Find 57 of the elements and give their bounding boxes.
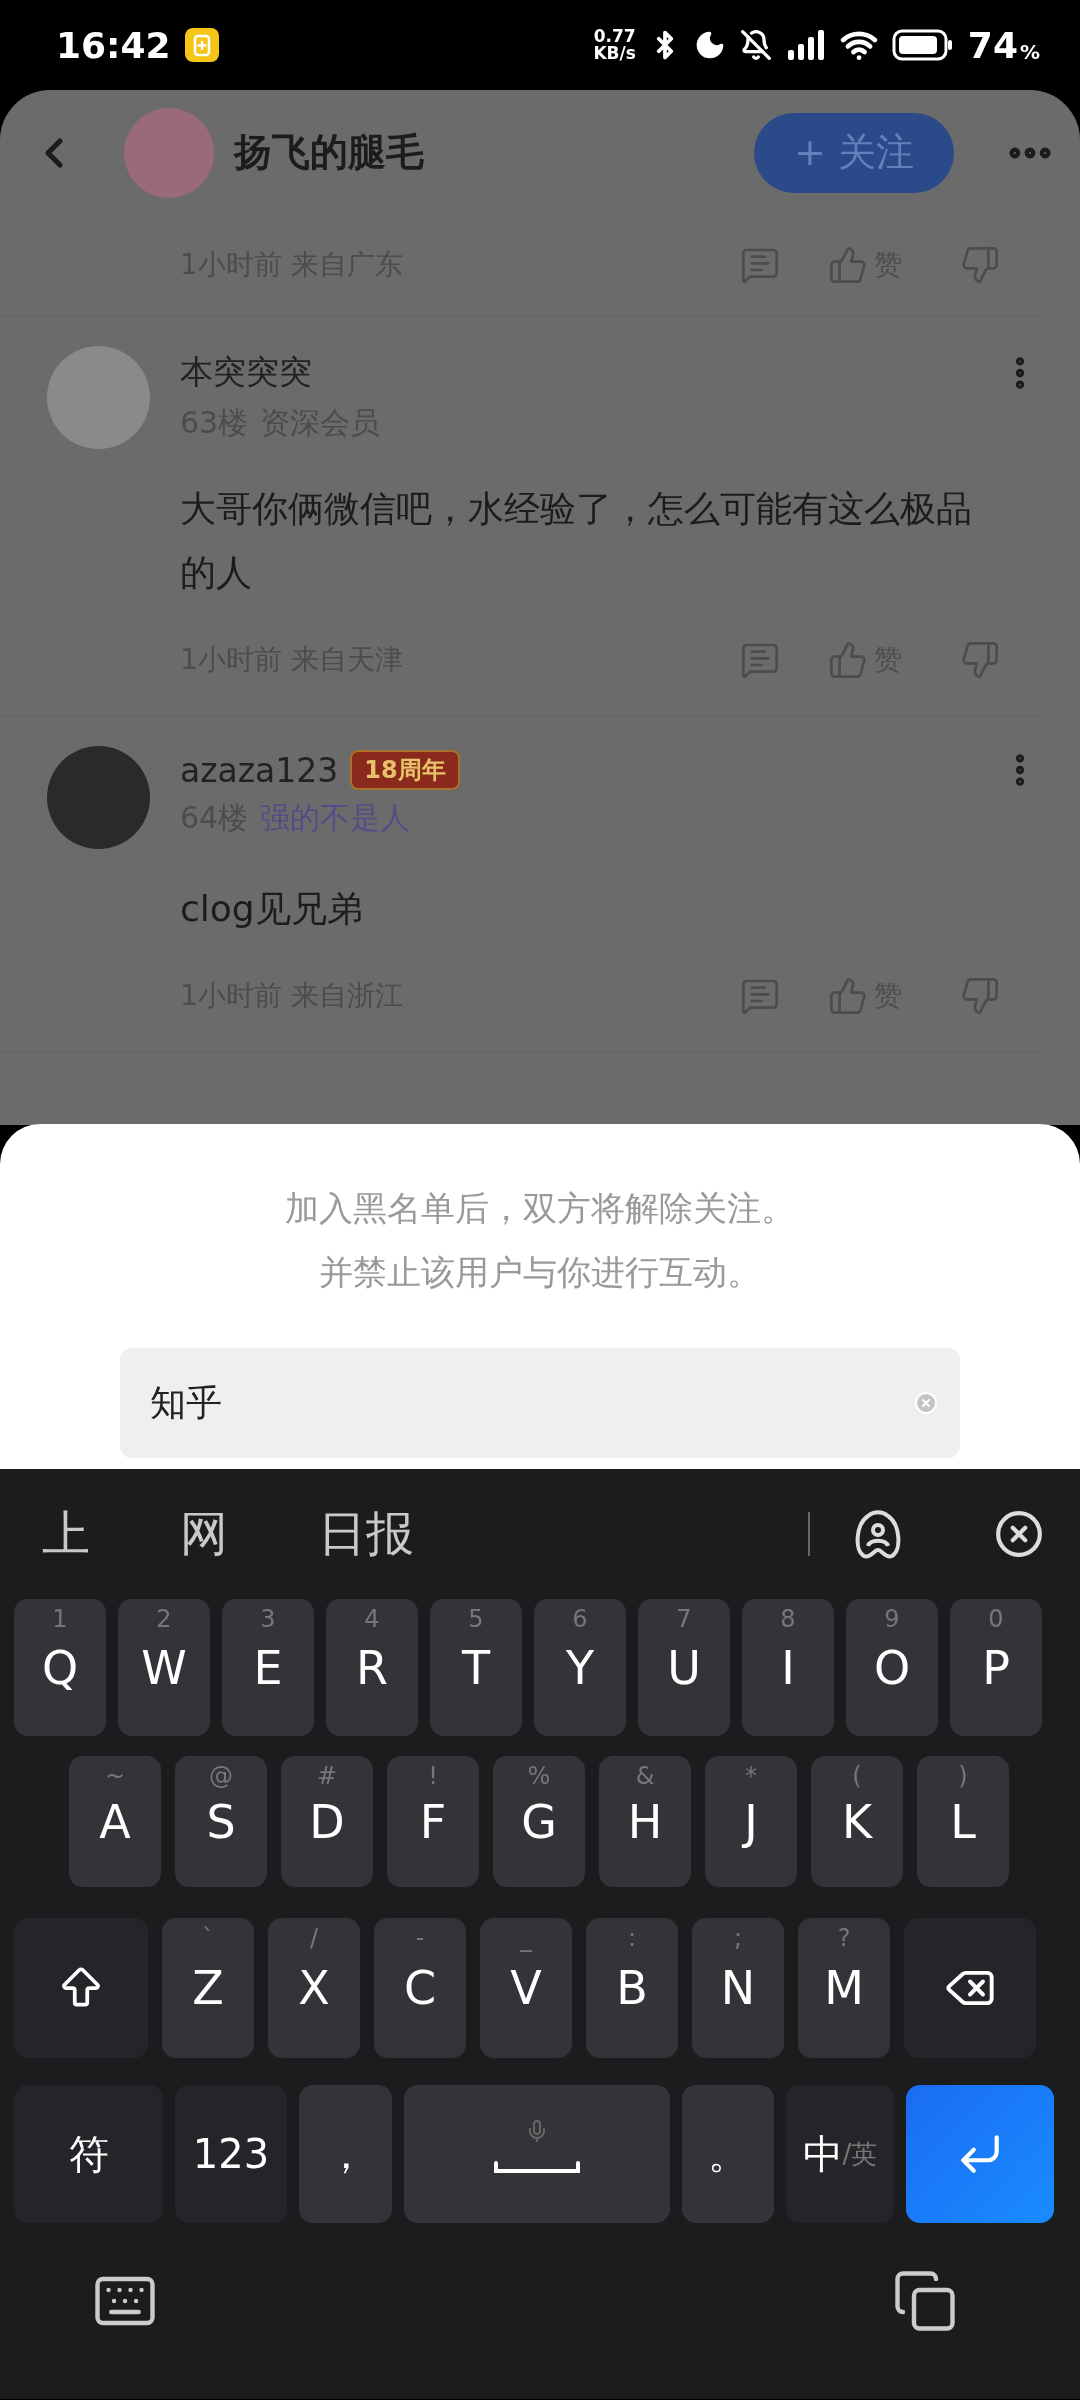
bell-off-icon: [739, 29, 772, 61]
key[interactable]: 2 W: [118, 1599, 210, 1736]
key[interactable]: 123: [175, 2085, 287, 2223]
key[interactable]: / X: [268, 1918, 360, 2058]
key[interactable]: ( K: [811, 1756, 903, 1887]
network-speed: 0.77 KB/s: [593, 28, 636, 62]
close-icon[interactable]: [994, 1509, 1044, 1559]
key[interactable]: 7 U: [638, 1599, 730, 1736]
key[interactable]: : B: [586, 1918, 678, 2058]
key[interactable]: 5 T: [430, 1599, 522, 1736]
input-value: 知乎: [150, 1380, 223, 1425]
key[interactable]: ? M: [798, 1918, 890, 2058]
key[interactable]: _ V: [480, 1918, 572, 2058]
comment-text: clog见兄弟: [180, 887, 364, 931]
comment-text: 大哥你俩微信吧，水经验了，怎么可能有这么极品的人: [180, 487, 973, 595]
clear-icon[interactable]: [914, 1391, 938, 1415]
input-field[interactable]: 知乎: [120, 1348, 960, 1458]
key[interactable]: ! F: [387, 1756, 479, 1887]
dislike-icon[interactable]: [960, 976, 1000, 1016]
key[interactable]: * J: [705, 1756, 797, 1887]
shift-key[interactable]: [14, 1918, 148, 2058]
dislike-icon[interactable]: [960, 640, 1000, 680]
key[interactable]: @ S: [175, 1756, 267, 1887]
blacklist-message: 加入黑名单后，双方将解除关注。 并禁止该用户与你进行互动。: [285, 1187, 795, 1294]
key[interactable]: ，: [299, 2085, 392, 2223]
anniversary-badge: 18周年: [350, 750, 460, 790]
key[interactable]: & H: [599, 1756, 691, 1887]
battery-percent: 74: [967, 24, 1018, 66]
battery-icon: [891, 29, 954, 61]
candidate-word[interactable]: 日报: [318, 1502, 414, 1566]
clipboard-icon[interactable]: [892, 2268, 958, 2334]
language-switch-key[interactable]: 中/英: [786, 2085, 894, 2223]
app-notification-icon: [184, 28, 219, 62]
key[interactable]: # D: [281, 1756, 373, 1887]
key[interactable]: ` Z: [162, 1918, 254, 2058]
candidate-word[interactable]: 网: [180, 1502, 228, 1566]
clock-time: 16:42: [56, 24, 171, 66]
backspace-key[interactable]: [904, 1918, 1036, 2058]
key[interactable]: 4 R: [326, 1599, 418, 1736]
key[interactable]: ; N: [692, 1918, 784, 2058]
candidate-word[interactable]: 上: [42, 1502, 90, 1566]
key[interactable]: 3 E: [222, 1599, 314, 1736]
dislike-icon[interactable]: [960, 245, 1000, 285]
key[interactable]: 9 O: [846, 1599, 938, 1736]
key[interactable]: ~ A: [69, 1756, 161, 1887]
key[interactable]: 1 Q: [14, 1599, 106, 1736]
key[interactable]: - C: [374, 1918, 466, 2058]
key[interactable]: 6 Y: [534, 1599, 626, 1736]
key[interactable]: 0 P: [950, 1599, 1042, 1736]
key[interactable]: 。: [682, 2085, 774, 2223]
signal-icon: [785, 28, 826, 62]
key[interactable]: ) L: [917, 1756, 1009, 1887]
key[interactable]: % G: [493, 1756, 585, 1887]
percent-sign: %: [1019, 40, 1040, 64]
key[interactable]: 8 I: [742, 1599, 834, 1736]
user-name: 扬飞的腿毛: [234, 129, 425, 176]
key[interactable]: 符: [14, 2085, 163, 2223]
